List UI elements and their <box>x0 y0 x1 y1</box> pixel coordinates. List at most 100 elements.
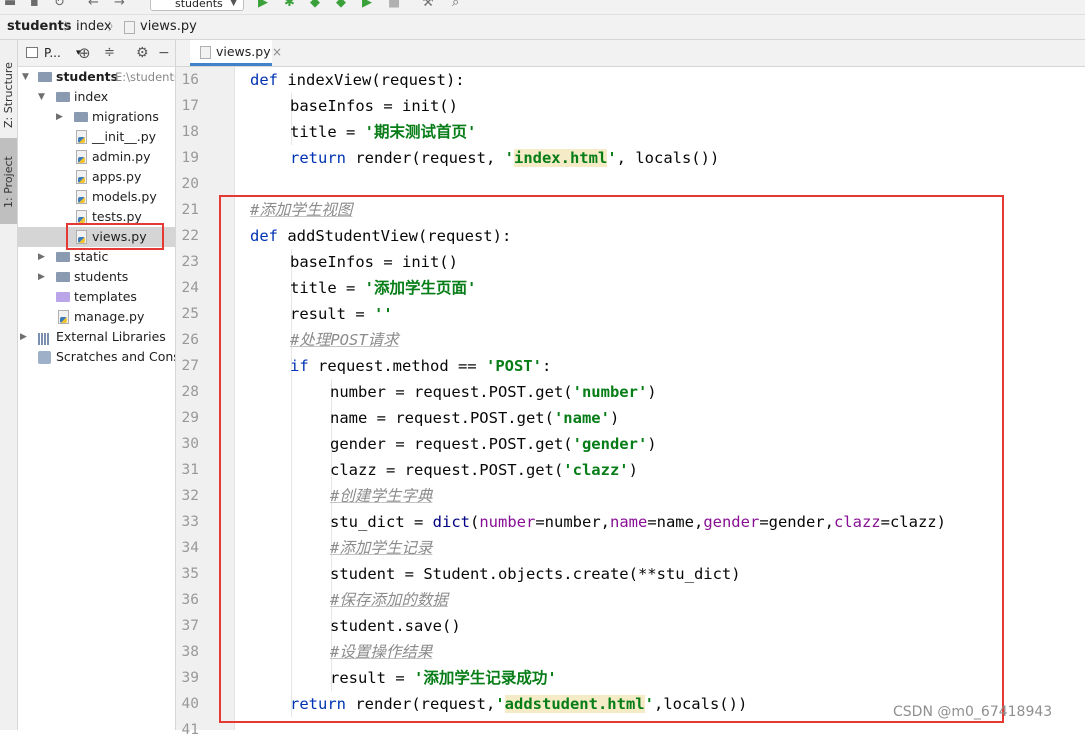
tree-item-external-libraries[interactable]: ▶ External Libraries <box>18 327 175 347</box>
highlight-box-views-py <box>66 223 164 250</box>
line-number: 20 <box>181 176 199 192</box>
python-file-icon <box>76 190 87 204</box>
tree-item-static[interactable]: ▶ static <box>18 247 175 267</box>
line-number: 28 <box>181 384 199 400</box>
line-number: 32 <box>181 488 199 504</box>
code-text: render(request, <box>355 149 505 167</box>
folder-icon <box>56 272 70 282</box>
tab-structure[interactable]: Z: Structure <box>0 44 17 134</box>
highlight-box-code <box>219 195 1004 723</box>
line-number: 19 <box>181 150 199 166</box>
breadcrumb-item-students[interactable]: students <box>7 15 72 39</box>
build-icon[interactable]: ⚒ <box>422 0 434 10</box>
sync-icon[interactable]: ↻ <box>54 0 65 10</box>
line-number: 30 <box>181 436 199 452</box>
tree-item-label: static <box>74 249 109 264</box>
stop-icon[interactable]: ■ <box>388 0 400 10</box>
run-icon[interactable]: ▶ <box>258 0 268 10</box>
run-configuration-select[interactable]: students ▼ <box>150 0 244 11</box>
gear-icon[interactable]: ⚙ <box>136 40 149 66</box>
line-number: 37 <box>181 618 199 634</box>
tree-item-apps-py[interactable]: apps.py <box>18 167 175 187</box>
breadcrumb: students 〉 index 〉 views.py <box>0 15 1085 40</box>
save-icon[interactable]: ▪ <box>30 0 39 10</box>
tree-item-index[interactable]: ▼ index <box>18 87 175 107</box>
code-line-19: return render(request, 'index.html', loc… <box>290 145 719 171</box>
forward-icon[interactable]: → <box>114 0 125 10</box>
close-icon[interactable]: × <box>272 40 282 64</box>
scratches-icon <box>38 351 51 364</box>
tree-item-label: index <box>74 89 109 104</box>
tree-item-label: students <box>56 69 119 84</box>
code-text: indexView(request): <box>287 71 465 89</box>
python-file-icon <box>58 310 69 324</box>
project-panel: P... ▾ ⊕ ≑ ⚙ − ▼ students E:\students ▼ … <box>18 40 176 730</box>
line-number: 26 <box>181 332 199 348</box>
folder-icon <box>56 252 70 262</box>
tree-item-manage-py[interactable]: manage.py <box>18 307 175 327</box>
collapse-arrow-icon[interactable]: ▶ <box>38 247 45 267</box>
collapse-arrow-icon[interactable]: ▶ <box>20 327 27 347</box>
back-icon[interactable]: ← <box>88 0 99 10</box>
tab-project[interactable]: 1: Project <box>0 138 17 224</box>
tree-item-label: __init__.py <box>92 129 157 144</box>
python-file-icon <box>124 21 135 34</box>
tree-item-init-py[interactable]: __init__.py <box>18 127 175 147</box>
locate-file-icon[interactable]: ⊕ <box>78 40 91 66</box>
run-concurrency-icon[interactable]: ▶ <box>362 0 372 10</box>
expand-arrow-icon[interactable]: ▼ <box>38 87 45 107</box>
tree-item-label: students <box>74 269 129 284</box>
tab-structure-label: Z: Structure <box>2 62 15 128</box>
tree-item-students[interactable]: ▶ students <box>18 267 175 287</box>
tree-item-label: apps.py <box>92 169 142 184</box>
collapse-arrow-icon[interactable]: ▶ <box>38 267 45 287</box>
templates-folder-icon <box>56 292 70 302</box>
tree-item-label: admin.py <box>92 149 151 164</box>
line-number: 41 <box>181 722 199 738</box>
code-line-17: baseInfos = init() <box>290 93 458 119</box>
python-file-icon <box>76 210 87 224</box>
watermark: CSDN @m0_67418943 <box>893 704 1053 720</box>
tree-item-label: manage.py <box>74 309 145 324</box>
search-icon[interactable]: ⌕ <box>452 0 459 10</box>
breadcrumb-item-index[interactable]: index <box>76 15 112 39</box>
tree-item-label: Scratches and Consoles <box>56 349 175 364</box>
line-number: 38 <box>181 644 199 660</box>
line-number: 39 <box>181 670 199 686</box>
line-number: 36 <box>181 592 199 608</box>
tab-views-py[interactable]: views.py × <box>190 40 282 66</box>
breadcrumb-separator-icon: 〉 <box>108 20 119 33</box>
tab-project-label: 1: Project <box>2 156 15 208</box>
tree-item-admin-py[interactable]: admin.py <box>18 147 175 167</box>
string-quote: ' <box>607 149 617 167</box>
tree-item-models-py[interactable]: models.py <box>18 187 175 207</box>
folder-icon <box>38 72 52 82</box>
tree-item-scratches[interactable]: Scratches and Consoles <box>18 347 175 367</box>
code-text: , locals()) <box>616 149 720 167</box>
code-line-18: title = '期末测试首页' <box>290 119 476 145</box>
project-view-icon <box>26 47 38 58</box>
line-number: 23 <box>181 254 199 270</box>
project-view-selector[interactable]: P... <box>44 40 61 66</box>
debug-icon[interactable]: ✱ <box>284 0 295 10</box>
line-number: 35 <box>181 566 199 582</box>
tree-item-label: migrations <box>92 109 159 124</box>
python-file-icon <box>76 150 87 164</box>
profile-icon[interactable]: ◆ <box>336 0 346 10</box>
tree-item-students-root[interactable]: ▼ students E:\students <box>18 67 175 87</box>
hide-panel-icon[interactable]: − <box>158 40 170 66</box>
collapse-all-icon[interactable]: ≑ <box>104 40 115 66</box>
line-number: 16 <box>181 72 199 88</box>
tree-item-templates[interactable]: templates <box>18 287 175 307</box>
code-text: title = <box>290 123 365 141</box>
expand-arrow-icon[interactable]: ▼ <box>22 67 29 87</box>
string-literal: index.html <box>513 149 608 167</box>
open-folder-icon[interactable]: ▬ <box>4 0 16 10</box>
tree-item-label: templates <box>74 289 137 304</box>
tree-item-migrations[interactable]: ▶ migrations <box>18 107 175 127</box>
collapse-arrow-icon[interactable]: ▶ <box>56 107 63 127</box>
breadcrumb-item-views[interactable]: views.py <box>140 15 197 39</box>
keyword: return <box>290 149 356 167</box>
coverage-icon[interactable]: ◆ <box>310 0 320 10</box>
python-file-icon <box>76 170 87 184</box>
